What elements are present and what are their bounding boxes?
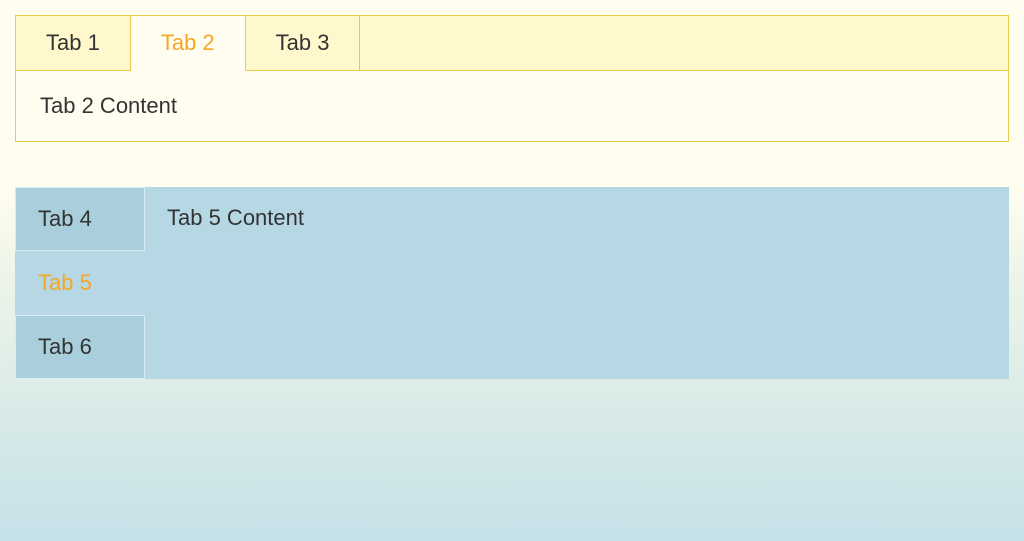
tab-label: Tab 3 (276, 30, 330, 55)
tab-label: Tab 5 (38, 270, 92, 295)
horizontal-tab-content: Tab 2 Content (15, 70, 1009, 141)
tab-4[interactable]: Tab 4 (15, 187, 145, 251)
vertical-tabs-widget: Tab 4 Tab 5 Tab 6 Tab 5 Content (15, 187, 1009, 379)
tab-label: Tab 2 (161, 30, 215, 55)
tab-3[interactable]: Tab 3 (246, 16, 361, 70)
vertical-tab-content: Tab 5 Content (145, 187, 1009, 379)
tab-label: Tab 4 (38, 206, 92, 231)
content-text: Tab 5 Content (167, 205, 304, 230)
tab-label: Tab 6 (38, 334, 92, 359)
content-text: Tab 2 Content (40, 93, 177, 118)
tab-label: Tab 1 (46, 30, 100, 55)
horizontal-tab-strip: Tab 1 Tab 2 Tab 3 (15, 15, 1009, 70)
tab-6[interactable]: Tab 6 (15, 315, 145, 379)
horizontal-tabs-widget: Tab 1 Tab 2 Tab 3 Tab 2 Content (15, 15, 1009, 142)
vertical-tab-strip: Tab 4 Tab 5 Tab 6 (15, 187, 145, 379)
tab-2[interactable]: Tab 2 (131, 16, 246, 71)
tab-1[interactable]: Tab 1 (16, 16, 131, 70)
tab-5[interactable]: Tab 5 (15, 251, 145, 315)
